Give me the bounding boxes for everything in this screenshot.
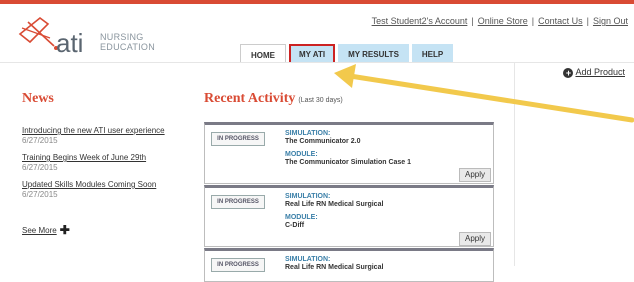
simulation-value: Real Life RN Medical Surgical xyxy=(285,264,384,271)
status-badge: IN PROGRESS xyxy=(211,132,265,146)
activity-card: IN PROGRESS SIMULATION: Real Life RN Med… xyxy=(204,185,494,247)
logo-wordmark: ati xyxy=(56,28,84,58)
activity-card: IN PROGRESS SIMULATION: Real Life RN Med… xyxy=(204,248,494,282)
news-item-date: 6/27/2015 xyxy=(22,163,58,172)
activity-card: IN PROGRESS SIMULATION: The Communicator… xyxy=(204,122,494,184)
see-more-link[interactable]: See More ✚ xyxy=(22,223,70,237)
news-item-date: 6/27/2015 xyxy=(22,136,58,145)
module-value: The Communicator Simulation Case 1 xyxy=(285,159,412,166)
status-badge: IN PROGRESS xyxy=(211,195,265,209)
right-column: + Add Product xyxy=(514,63,634,266)
news-item-link[interactable]: Introducing the new ATI user experience xyxy=(22,126,165,135)
news-item: Training Begins Week of June 29th 6/27/2… xyxy=(22,153,146,172)
module-value: C-Diff xyxy=(285,222,305,229)
news-heading: News xyxy=(22,91,54,106)
add-product-link[interactable]: + Add Product xyxy=(563,67,625,78)
simulation-label: SIMULATION: xyxy=(285,256,331,263)
main-content: News Introducing the new ATI user experi… xyxy=(0,62,634,282)
account-link[interactable]: Test Student2's Account xyxy=(372,16,468,26)
ati-logo[interactable]: ati NURSING EDUCATION xyxy=(6,12,166,62)
news-item-link[interactable]: Updated Skills Modules Coming Soon xyxy=(22,180,156,189)
logo-subtitle-line1: NURSING xyxy=(100,32,144,42)
recent-activity-subtitle: (Last 30 days) xyxy=(298,97,343,104)
news-column: News Introducing the new ATI user experi… xyxy=(0,63,196,266)
account-links: Test Student2's Account | Online Store | Con… xyxy=(371,16,628,26)
contact-us-link[interactable]: Contact Us xyxy=(538,16,583,26)
online-store-link[interactable]: Online Store xyxy=(478,16,528,26)
status-badge: IN PROGRESS xyxy=(211,258,265,272)
recent-activity-column: Recent Activity (Last 30 days) IN PROGRES… xyxy=(196,63,514,282)
simulation-label: SIMULATION: xyxy=(285,193,331,200)
plus-icon: ✚ xyxy=(59,223,70,237)
header: ati NURSING EDUCATION Test Student2's Ac… xyxy=(0,4,634,67)
apply-button[interactable]: Apply xyxy=(459,168,491,182)
see-more-label: See More xyxy=(22,226,57,235)
module-label: MODULE: xyxy=(285,214,318,221)
module-label: MODULE: xyxy=(285,151,318,158)
recent-activity-heading: Recent Activity (Last 30 days) xyxy=(204,91,343,107)
logo-subtitle: NURSING EDUCATION xyxy=(100,32,155,52)
simulation-value: The Communicator 2.0 xyxy=(285,138,361,145)
sign-out-link[interactable]: Sign Out xyxy=(593,16,628,26)
logo-subtitle-line2: EDUCATION xyxy=(100,42,156,52)
news-item: Introducing the new ATI user experience … xyxy=(22,126,165,145)
add-product-label: Add Product xyxy=(575,67,625,77)
simulation-value: Real Life RN Medical Surgical xyxy=(285,201,384,208)
recent-activity-title: Recent Activity xyxy=(204,91,296,106)
simulation-label: SIMULATION: xyxy=(285,130,331,137)
news-item-link[interactable]: Training Begins Week of June 29th xyxy=(22,153,146,162)
news-item: Updated Skills Modules Coming Soon 6/27/… xyxy=(22,180,156,199)
plus-circle-icon: + xyxy=(563,68,574,78)
apply-button[interactable]: Apply xyxy=(459,232,491,246)
news-item-date: 6/27/2015 xyxy=(22,190,58,199)
